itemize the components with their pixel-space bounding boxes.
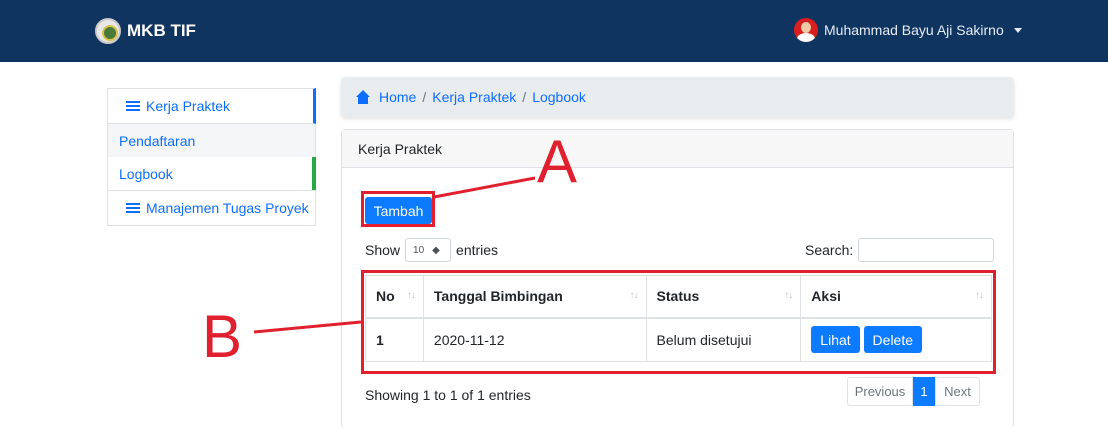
pagination-previous[interactable]: Previous xyxy=(847,377,913,406)
entries-value: 10 xyxy=(413,244,425,256)
brand[interactable]: MKB TIF xyxy=(95,18,196,44)
user-name: Muhammad Bayu Aji Sakirno xyxy=(824,22,1004,38)
annotation-label-b: B xyxy=(202,303,243,370)
user-menu[interactable]: Muhammad Bayu Aji Sakirno xyxy=(794,18,1022,42)
entries-length-control: Show 10 ◆ entries xyxy=(365,238,498,262)
list-icon xyxy=(126,100,140,112)
sidebar-item-label: Manajemen Tugas Proyek xyxy=(146,200,309,216)
tambah-button[interactable]: Tambah xyxy=(365,197,432,224)
sort-arrows-icon: ◆ xyxy=(432,244,440,256)
breadcrumb-separator: / xyxy=(422,89,427,105)
entries-label: entries xyxy=(456,242,499,258)
sidebar-section-label: Kerja Praktek xyxy=(146,98,231,114)
brand-title: MKB TIF xyxy=(127,21,196,40)
entries-select[interactable]: 10 ◆ xyxy=(405,238,452,262)
table-info: Showing 1 to 1 of 1 entries xyxy=(365,387,531,403)
user-avatar xyxy=(794,18,818,42)
list-icon xyxy=(126,202,140,214)
sidebar-item-manajemen-tugas-proyek[interactable]: Manajemen Tugas Proyek xyxy=(107,190,316,226)
pagination-page-1[interactable]: 1 xyxy=(913,377,935,406)
breadcrumb-home-link[interactable]: Home xyxy=(379,89,416,105)
pagination: Previous 1 Next xyxy=(847,377,980,406)
sidebar-item-logbook[interactable]: Logbook xyxy=(107,157,316,190)
home-icon xyxy=(355,90,371,104)
search-label: Search: xyxy=(805,242,854,258)
search-input[interactable] xyxy=(858,238,995,262)
breadcrumb-kerja-praktek-link[interactable]: Kerja Praktek xyxy=(432,89,516,105)
university-logo-icon xyxy=(95,18,121,44)
logbook-card: Kerja Praktek Tambah Show 10 ◆ entries S… xyxy=(341,129,1014,428)
card-title: Kerja Praktek xyxy=(342,130,1013,168)
top-navbar: MKB TIF Muhammad Bayu Aji Sakirno xyxy=(0,0,1108,62)
show-label: Show xyxy=(365,242,401,258)
sidebar-item-label: Pendaftaran xyxy=(119,132,196,149)
annotation-box-b xyxy=(361,270,996,374)
sidebar-item-pendaftaran[interactable]: Pendaftaran xyxy=(107,124,316,157)
breadcrumb: Home / Kerja Praktek / Logbook xyxy=(341,77,1014,117)
annotation-label-a: A xyxy=(537,128,578,195)
search-control: Search: xyxy=(805,238,995,262)
breadcrumb-logbook-link[interactable]: Logbook xyxy=(532,89,586,105)
breadcrumb-separator: / xyxy=(522,89,527,105)
sidebar-section-kerja-praktek[interactable]: Kerja Praktek xyxy=(107,88,316,124)
sidebar: Kerja Praktek Pendaftaran Logbook Manaje… xyxy=(107,88,316,226)
pagination-next[interactable]: Next xyxy=(935,377,980,406)
sidebar-item-label: Logbook xyxy=(119,165,173,182)
caret-down-icon xyxy=(1013,27,1022,33)
